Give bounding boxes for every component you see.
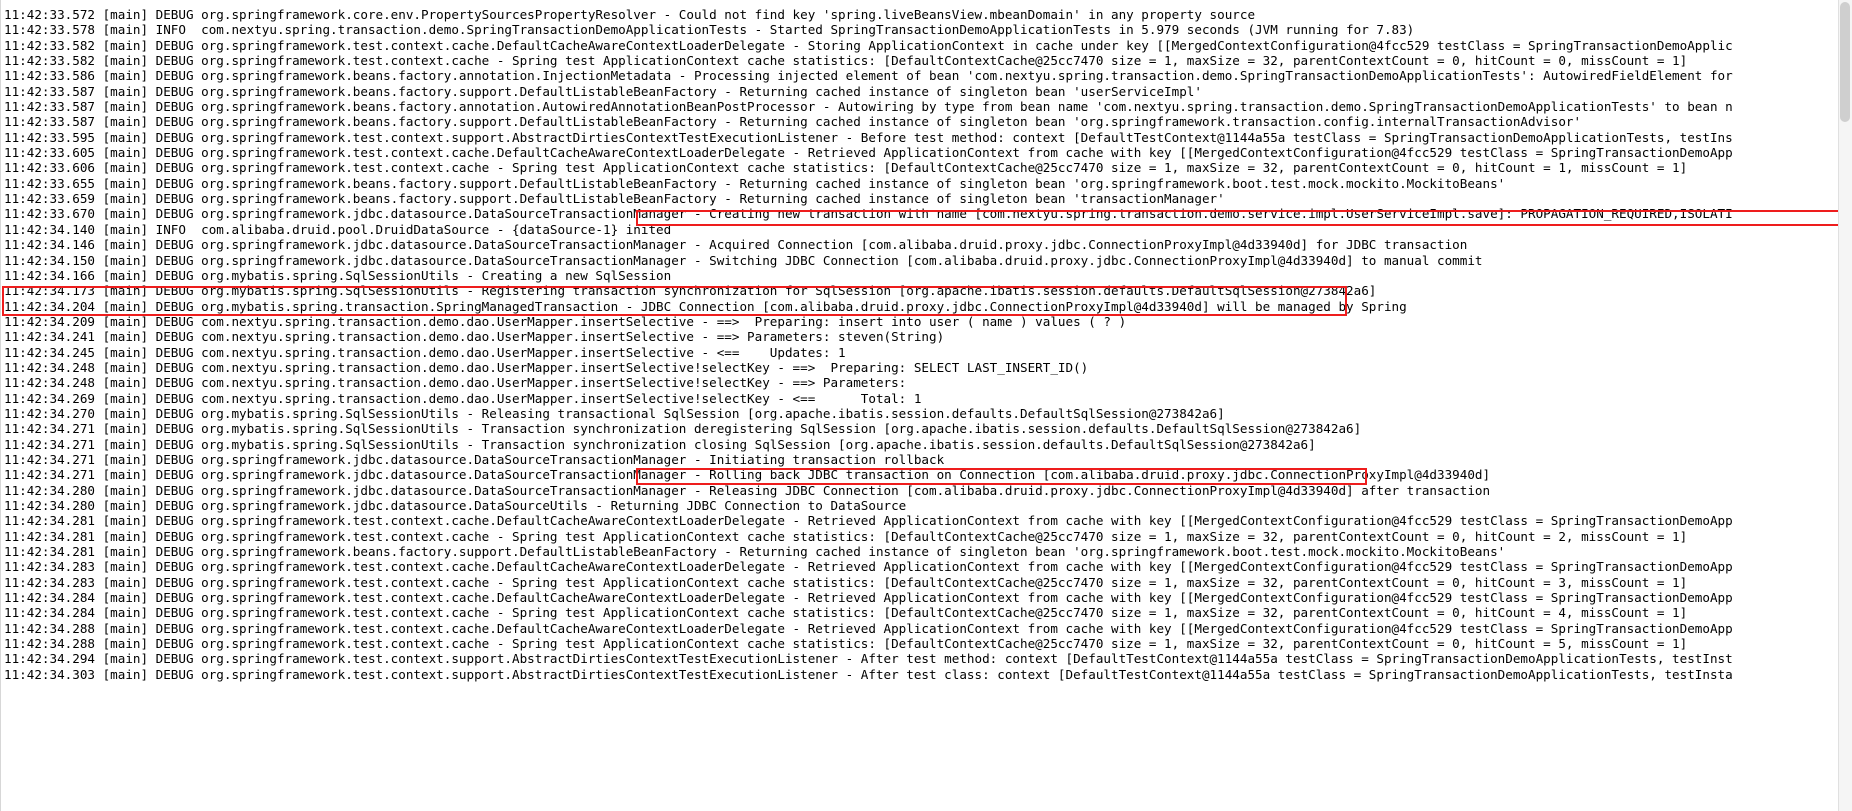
log-line[interactable]: 11:42:34.270 [main] DEBUG org.mybatis.sp… <box>4 406 1852 421</box>
log-console-window[interactable]: 11:42:33.572 [main] DEBUG org.springfram… <box>0 0 1852 811</box>
log-line[interactable]: 11:42:34.173 [main] DEBUG org.mybatis.sp… <box>4 283 1852 298</box>
log-line[interactable]: 11:42:34.150 [main] DEBUG org.springfram… <box>4 253 1852 268</box>
log-line[interactable]: 11:42:34.140 [main] INFO com.alibaba.dru… <box>4 222 1852 237</box>
log-line[interactable]: 11:42:33.659 [main] DEBUG org.springfram… <box>4 191 1852 206</box>
log-line[interactable]: 11:42:34.281 [main] DEBUG org.springfram… <box>4 544 1852 559</box>
log-line[interactable]: 11:42:33.582 [main] DEBUG org.springfram… <box>4 38 1852 53</box>
log-line[interactable]: 11:42:34.294 [main] DEBUG org.springfram… <box>4 651 1852 666</box>
log-line[interactable]: 11:42:34.288 [main] DEBUG org.springfram… <box>4 636 1852 651</box>
log-line[interactable]: 11:42:34.241 [main] DEBUG com.nextyu.spr… <box>4 329 1852 344</box>
log-line[interactable]: 11:42:34.245 [main] DEBUG com.nextyu.spr… <box>4 345 1852 360</box>
log-line[interactable]: 11:42:34.204 [main] DEBUG org.mybatis.sp… <box>4 299 1852 314</box>
log-line[interactable]: 11:42:33.578 [main] INFO com.nextyu.spri… <box>4 22 1852 37</box>
log-line[interactable]: 11:42:34.283 [main] DEBUG org.springfram… <box>4 559 1852 574</box>
log-line[interactable]: 11:42:34.280 [main] DEBUG org.springfram… <box>4 483 1852 498</box>
log-line[interactable]: 11:42:33.670 [main] DEBUG org.springfram… <box>4 206 1852 221</box>
log-line[interactable]: 11:42:34.284 [main] DEBUG org.springfram… <box>4 605 1852 620</box>
log-output-area[interactable]: 11:42:33.572 [main] DEBUG org.springfram… <box>0 7 1852 682</box>
log-line[interactable]: 11:42:34.284 [main] DEBUG org.springfram… <box>4 590 1852 605</box>
log-line[interactable]: 11:42:33.605 [main] DEBUG org.springfram… <box>4 145 1852 160</box>
log-line[interactable]: 11:42:34.288 [main] DEBUG org.springfram… <box>4 621 1852 636</box>
log-line[interactable]: 11:42:33.595 [main] DEBUG org.springfram… <box>4 130 1852 145</box>
log-line[interactable]: 11:42:34.248 [main] DEBUG com.nextyu.spr… <box>4 360 1852 375</box>
log-line[interactable]: 11:42:33.582 [main] DEBUG org.springfram… <box>4 53 1852 68</box>
log-line[interactable]: 11:42:33.587 [main] DEBUG org.springfram… <box>4 114 1852 129</box>
log-line[interactable]: 11:42:33.587 [main] DEBUG org.springfram… <box>4 99 1852 114</box>
log-line[interactable]: 11:42:33.655 [main] DEBUG org.springfram… <box>4 176 1852 191</box>
log-line[interactable]: 11:42:33.572 [main] DEBUG org.springfram… <box>4 7 1852 22</box>
scrollbar-thumb[interactable] <box>1840 2 1850 122</box>
log-line[interactable]: 11:42:34.281 [main] DEBUG org.springfram… <box>4 513 1852 528</box>
vertical-scrollbar[interactable] <box>1838 0 1852 811</box>
log-line[interactable]: 11:42:34.166 [main] DEBUG org.mybatis.sp… <box>4 268 1852 283</box>
log-line[interactable]: 11:42:34.146 [main] DEBUG org.springfram… <box>4 237 1852 252</box>
log-line[interactable]: 11:42:33.606 [main] DEBUG org.springfram… <box>4 160 1852 175</box>
log-line[interactable]: 11:42:33.587 [main] DEBUG org.springfram… <box>4 84 1852 99</box>
log-line[interactable]: 11:42:34.248 [main] DEBUG com.nextyu.spr… <box>4 375 1852 390</box>
log-line[interactable]: 11:42:34.281 [main] DEBUG org.springfram… <box>4 529 1852 544</box>
log-line[interactable]: 11:42:33.586 [main] DEBUG org.springfram… <box>4 68 1852 83</box>
log-line[interactable]: 11:42:34.303 [main] DEBUG org.springfram… <box>4 667 1852 682</box>
log-line[interactable]: 11:42:34.269 [main] DEBUG com.nextyu.spr… <box>4 391 1852 406</box>
log-line[interactable]: 11:42:34.271 [main] DEBUG org.mybatis.sp… <box>4 421 1852 436</box>
log-line[interactable]: 11:42:34.283 [main] DEBUG org.springfram… <box>4 575 1852 590</box>
log-line[interactable]: 11:42:34.209 [main] DEBUG com.nextyu.spr… <box>4 314 1852 329</box>
log-line[interactable]: 11:42:34.271 [main] DEBUG org.mybatis.sp… <box>4 437 1852 452</box>
log-line[interactable]: 11:42:34.271 [main] DEBUG org.springfram… <box>4 467 1852 482</box>
log-line[interactable]: 11:42:34.271 [main] DEBUG org.springfram… <box>4 452 1852 467</box>
log-line[interactable]: 11:42:34.280 [main] DEBUG org.springfram… <box>4 498 1852 513</box>
